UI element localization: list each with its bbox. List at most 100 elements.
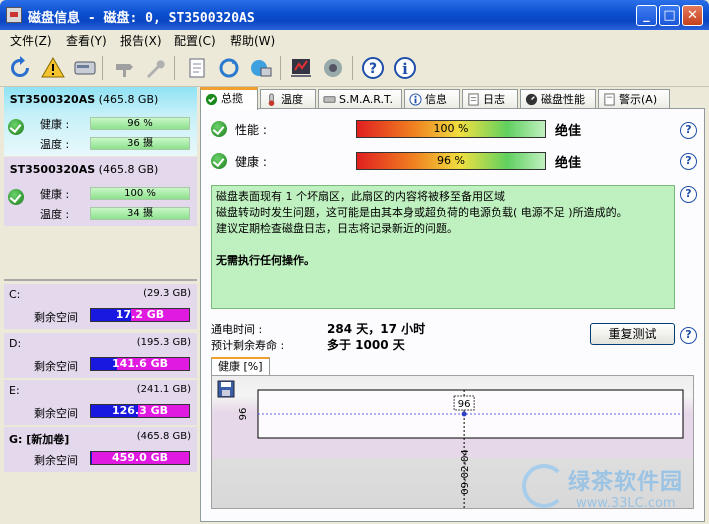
- help-icon[interactable]: ?: [680, 153, 697, 170]
- free-space-bar: 126.3 GB: [90, 404, 190, 418]
- status-ok-icon: [211, 121, 227, 137]
- disk-name: ST3500320AS: [9, 93, 96, 106]
- help-icon[interactable]: ?: [680, 186, 697, 203]
- disk-icon[interactable]: [72, 55, 98, 81]
- checklist-icon[interactable]: [288, 55, 314, 81]
- network-icon[interactable]: [248, 55, 274, 81]
- message-line: 建议定期检查磁盘日志，日志将记录新近的问题。: [216, 222, 458, 235]
- menu-config[interactable]: 配置(C): [174, 32, 216, 49]
- info-icon: [409, 93, 422, 106]
- toolbar: ? i: [0, 50, 709, 87]
- watermark-url: www.33LC.com: [576, 496, 676, 511]
- free-space-bar: 17.2 GB: [90, 308, 190, 322]
- overview-panel: 性能 : 100 % 绝佳 ? 健康 : 96 % 绝佳 ? 磁盘表面现有 1 …: [200, 108, 705, 522]
- chart-tab-health[interactable]: 健康 [%]: [211, 357, 270, 375]
- warning-icon[interactable]: [40, 55, 66, 81]
- tab-temperature[interactable]: 温度: [260, 89, 316, 109]
- disk-name: ST3500320AS: [9, 163, 96, 176]
- tab-overview[interactable]: 总揽: [200, 87, 258, 110]
- info-icon[interactable]: i: [392, 55, 418, 81]
- tab-smart-label: S.M.A.R.T.: [339, 93, 393, 106]
- window-title: 磁盘信息 - 磁盘: 0, ST3500320AS: [28, 11, 255, 26]
- volume-card-e[interactable]: E: (241.1 GB) 剩余空间 126.3 GB: [4, 380, 197, 425]
- free-space-bar: 459.0 GB: [90, 451, 190, 465]
- temp-value: 36 摄: [90, 137, 190, 150]
- menu-report[interactable]: 报告(X): [120, 32, 162, 49]
- volume-card-d[interactable]: D: (195.3 GB) 剩余空间 141.6 GB: [4, 333, 197, 378]
- disk-card-0[interactable]: ST3500320AS (465.8 GB) 健康 : 96 % 温度 : 36…: [4, 87, 197, 156]
- message-action: 无需执行任何操作。: [216, 254, 315, 267]
- volume-letter: E:: [9, 384, 20, 397]
- performance-label: 性能 :: [235, 123, 267, 137]
- performance-bar: 100 %: [356, 120, 546, 138]
- health-label: 健康 :: [235, 155, 267, 169]
- volume-size: (29.3 GB): [143, 288, 191, 299]
- free-space-label: 剩余空间: [34, 360, 78, 373]
- volume-size: (241.1 GB): [136, 384, 191, 395]
- toolbar-separator: [352, 56, 353, 80]
- disk-title: ST3500320AS (465.8 GB): [4, 163, 164, 176]
- panel-divider: [4, 279, 197, 281]
- tab-alerts[interactable]: 警示(A): [598, 89, 670, 109]
- help-icon[interactable]: ?: [680, 122, 697, 139]
- tab-info[interactable]: 信息: [404, 89, 460, 109]
- help-icon[interactable]: ?: [680, 327, 697, 344]
- wrench-icon[interactable]: [142, 55, 168, 81]
- tab-info-label: 信息: [425, 93, 447, 106]
- tool-icon[interactable]: [112, 55, 138, 81]
- volume-letter: G: [新加卷]: [9, 433, 70, 446]
- disk-card-1[interactable]: ST3500320AS (465.8 GB) 健康 : 100 % 温度 : 3…: [4, 157, 197, 226]
- free-space-label: 剩余空间: [34, 454, 78, 467]
- volume-letter: D:: [9, 337, 22, 350]
- tab-smart[interactable]: S.M.A.R.T.: [318, 89, 402, 109]
- free-space-value: 459.0 GB: [111, 451, 169, 464]
- free-space-bar: 141.6 GB: [90, 357, 190, 371]
- document-icon: [468, 93, 479, 106]
- watermark: 绿茶软件园 www.33LC.com: [520, 462, 705, 518]
- volume-card-g[interactable]: G: [新加卷] (465.8 GB) 剩余空间 459.0 GB: [4, 427, 197, 472]
- free-space-value: 126.3 GB: [111, 404, 169, 417]
- minimize-button[interactable]: _: [636, 5, 657, 26]
- free-space-label: 剩余空间: [34, 311, 78, 324]
- retest-button[interactable]: 重复测试: [590, 323, 675, 345]
- temp-label: 温度 :: [40, 138, 70, 151]
- watermark-title: 绿茶软件园: [568, 470, 684, 495]
- toolbar-separator: [102, 56, 103, 80]
- menu-bar: 文件(Z) 查看(Y) 报告(X) 配置(C) 帮助(W): [0, 30, 709, 50]
- menu-help[interactable]: 帮助(W): [230, 32, 275, 49]
- volume-size: (465.8 GB): [136, 431, 191, 442]
- free-space-value: 17.2 GB: [115, 308, 165, 321]
- toolbar-separator: [280, 56, 281, 80]
- tab-log[interactable]: 日志: [462, 89, 518, 109]
- toolbar-separator: [174, 56, 175, 80]
- save-icon[interactable]: [217, 380, 235, 398]
- free-space-value: 141.6 GB: [111, 357, 169, 370]
- close-button[interactable]: ✕: [682, 5, 703, 26]
- tab-performance[interactable]: 磁盘性能: [520, 89, 596, 109]
- recycle-icon[interactable]: [216, 55, 242, 81]
- status-ok-icon: [211, 153, 227, 169]
- menu-view[interactable]: 查看(Y): [66, 32, 107, 49]
- check-icon: [205, 93, 218, 106]
- document-icon[interactable]: [184, 55, 210, 81]
- message-line: 磁盘表面现有 1 个坏扇区，此扇区的内容将被移至备用区域: [216, 190, 505, 203]
- svg-text:?: ?: [369, 61, 377, 77]
- maximize-button[interactable]: □: [659, 5, 680, 26]
- refresh-icon[interactable]: [7, 55, 33, 81]
- speaker-icon[interactable]: [320, 55, 346, 81]
- volume-card-c[interactable]: C: (29.3 GB) 剩余空间 17.2 GB: [4, 284, 197, 329]
- disk-size: (465.8 GB): [98, 163, 159, 176]
- thermometer-icon: [268, 93, 275, 106]
- tab-alerts-label: 警示(A): [619, 93, 658, 106]
- disk-title: ST3500320AS (465.8 GB): [4, 93, 164, 106]
- left-panel: ST3500320AS (465.8 GB) 健康 : 96 % 温度 : 36…: [4, 87, 197, 522]
- help-icon[interactable]: ?: [360, 55, 386, 81]
- tab-overview-label: 总揽: [221, 92, 243, 105]
- life-value: 多于 1000 天: [327, 338, 405, 352]
- app-icon: [6, 7, 22, 23]
- menu-file[interactable]: 文件(Z): [10, 32, 52, 49]
- performance-rating: 绝佳: [555, 124, 582, 139]
- status-ok-icon: [8, 189, 24, 205]
- volume-size: (195.3 GB): [136, 337, 191, 348]
